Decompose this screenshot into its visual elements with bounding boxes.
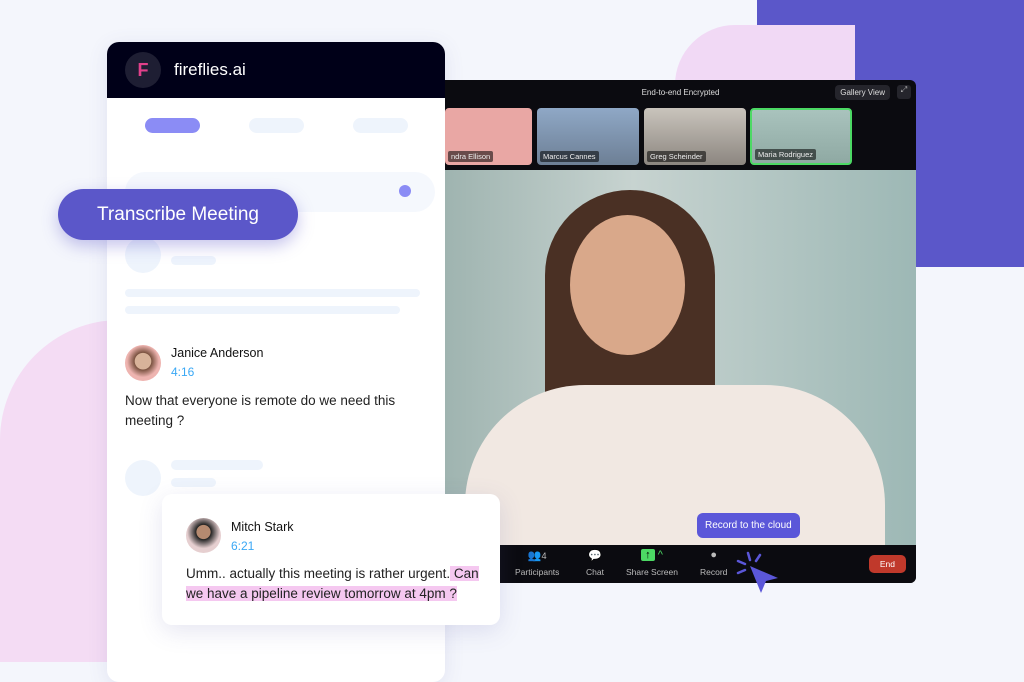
skeleton-avatar	[125, 237, 161, 273]
panel-header: F fireflies.ai	[107, 42, 445, 98]
avatar	[186, 518, 221, 553]
speaker-face	[570, 215, 685, 355]
fireflies-logo-icon: F	[125, 52, 161, 88]
timestamp[interactable]: 6:21	[231, 539, 254, 553]
share-screen-icon: ↑ ^	[626, 549, 678, 563]
share-screen-button[interactable]: ↑ ^ Share Screen	[626, 549, 678, 577]
record-tooltip: Record to the cloud	[697, 513, 800, 538]
participant-thumbnail-active[interactable]: Maria Rodriguez	[750, 108, 852, 165]
transcript-text: Umm.. actually this meeting is rather ur…	[186, 566, 479, 601]
speaker-name: Janice Anderson	[171, 346, 264, 360]
participant-name: Maria Rodriguez	[755, 149, 817, 160]
end-call-button[interactable]: End	[868, 555, 906, 573]
skeleton-line	[171, 256, 216, 265]
fullscreen-icon[interactable]: ⤢	[897, 85, 911, 99]
participant-name: ndra Ellison	[448, 151, 494, 162]
skeleton-line	[171, 460, 263, 470]
call-toolbar: 👥4 Participants 💬 Chat ↑ ^ Share Screen ● Re…	[445, 545, 916, 583]
main-video	[445, 170, 916, 583]
tab-active[interactable]	[145, 118, 200, 133]
participant-thumbnail[interactable]: Greg Scheinder	[644, 108, 746, 165]
transcript-text: Now that everyone is remote do we need t…	[125, 393, 396, 428]
participant-thumbnail[interactable]: ndra Ellison	[445, 108, 532, 165]
record-icon: ●	[710, 549, 718, 561]
brand-name: fireflies.ai	[174, 60, 246, 79]
avatar	[125, 345, 161, 381]
skeleton-line	[171, 478, 216, 487]
skeleton-avatar	[125, 460, 161, 496]
search-icon[interactable]	[399, 185, 411, 197]
tab-2[interactable]	[249, 118, 304, 133]
transcript-card: Mitch Stark 6:21 Umm.. actually this mee…	[162, 494, 500, 625]
skeleton-line	[125, 306, 400, 314]
skeleton-line	[125, 289, 420, 297]
chat-button[interactable]: 💬 Chat	[586, 549, 604, 577]
participant-thumbnail[interactable]: Marcus Cannes	[537, 108, 639, 165]
record-button[interactable]: ● Record	[700, 549, 727, 577]
cursor-click-icon	[736, 551, 778, 593]
participants-button[interactable]: 👥4 Participants	[515, 549, 559, 577]
transcribe-meeting-button[interactable]: Transcribe Meeting	[58, 189, 298, 240]
participant-name: Marcus Cannes	[540, 151, 599, 162]
gallery-view-button[interactable]: Gallery View	[835, 85, 890, 100]
participants-icon: 👥4	[527, 550, 547, 562]
chat-icon: 💬	[588, 550, 602, 562]
speaker-name: Mitch Stark	[231, 520, 294, 534]
timestamp[interactable]: 4:16	[171, 365, 194, 379]
tab-3[interactable]	[353, 118, 408, 133]
participant-name: Greg Scheinder	[647, 151, 706, 162]
video-call-window: End-to-end Encrypted Gallery View ⤢ ndra…	[445, 80, 916, 583]
